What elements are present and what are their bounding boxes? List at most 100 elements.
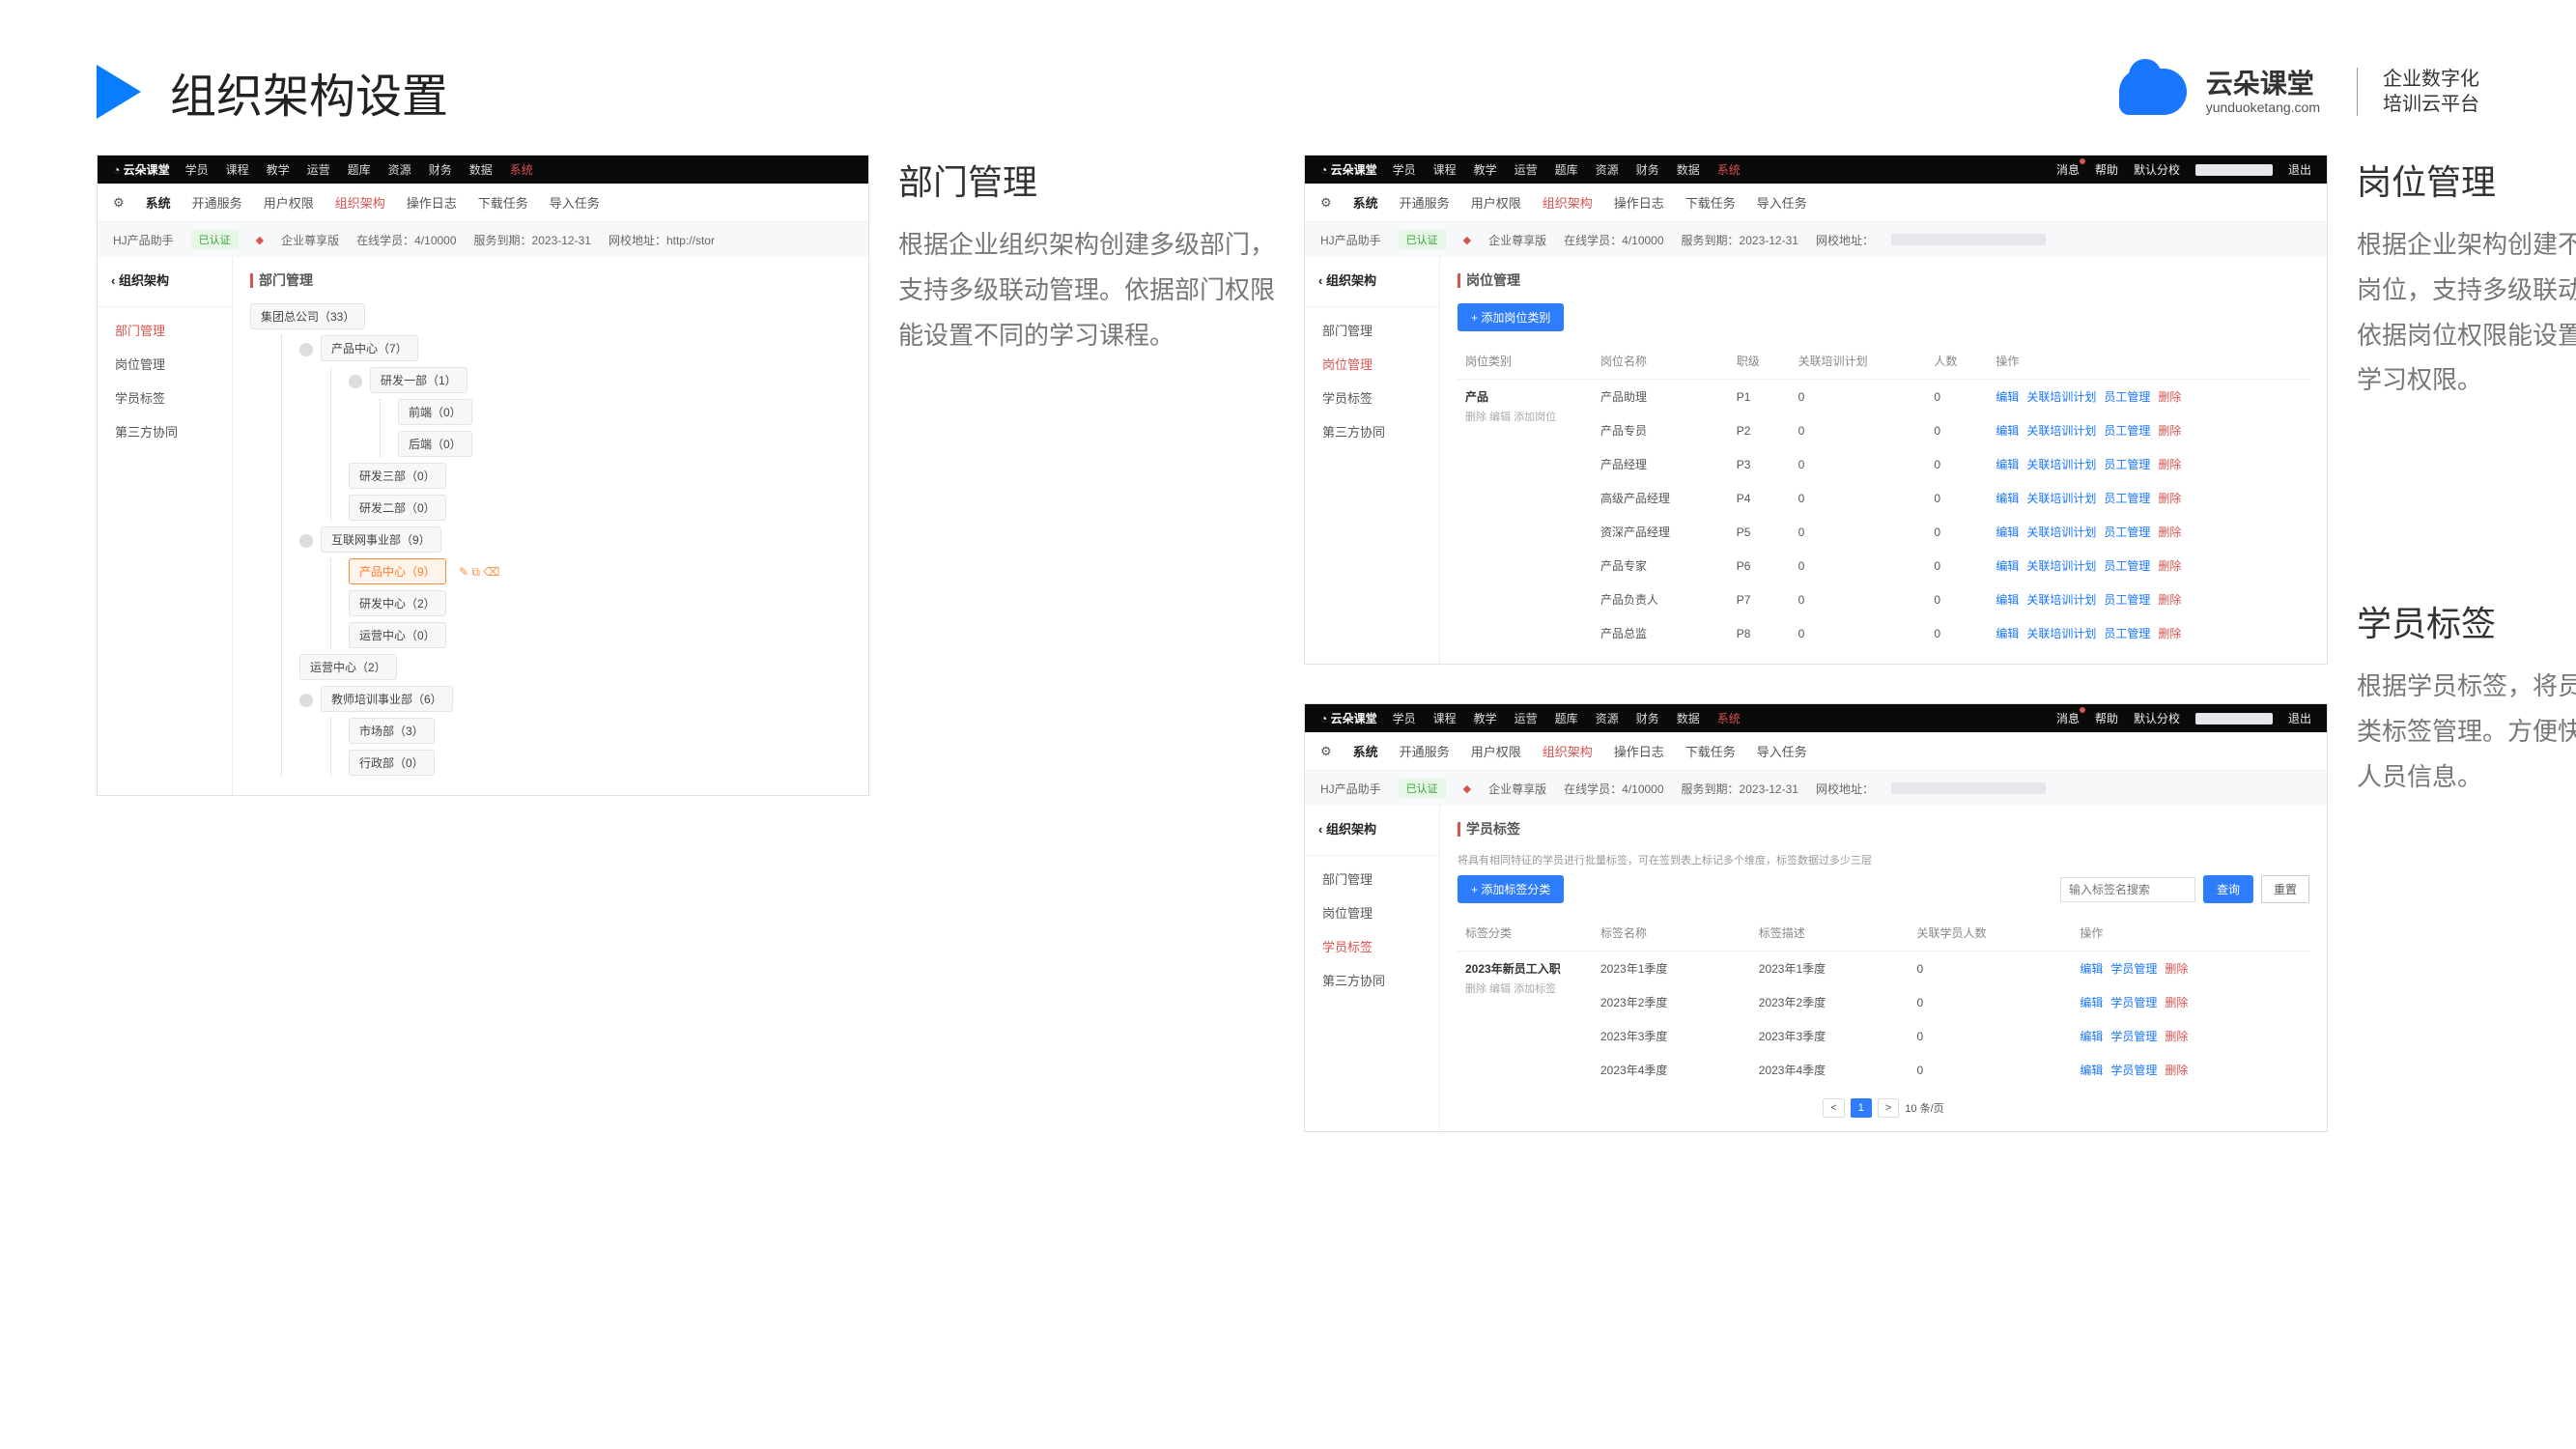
- op-del[interactable]: 删除: [2165, 996, 2188, 1009]
- op-plan[interactable]: 关联培训计划: [2026, 593, 2096, 607]
- sidebar-item-third[interactable]: 第三方协同: [1305, 414, 1439, 448]
- sidebar-item-tag[interactable]: 学员标签: [1305, 929, 1439, 963]
- op-edit[interactable]: 编辑: [1996, 627, 2019, 640]
- op-del[interactable]: 删除: [2165, 962, 2188, 976]
- subnav-item[interactable]: 开通服务: [192, 193, 242, 212]
- tree-node[interactable]: 运营中心（0）: [349, 622, 446, 648]
- op-mgr[interactable]: 学员管理: [2110, 962, 2157, 976]
- branch-link[interactable]: 默认分校: [2134, 710, 2180, 726]
- nav-item[interactable]: 数据: [1677, 161, 1700, 178]
- op-plan[interactable]: 关联培训计划: [2026, 627, 2096, 640]
- nav-item[interactable]: 课程: [1433, 710, 1457, 726]
- msg-link[interactable]: 消息: [2056, 161, 2080, 178]
- subnav-item-active[interactable]: 组织架构: [1543, 742, 1593, 760]
- sidebar-item-role[interactable]: 岗位管理: [1305, 347, 1439, 381]
- op-del[interactable]: 删除: [2165, 1030, 2188, 1043]
- subnav-item[interactable]: 导入任务: [1757, 193, 1807, 212]
- nav-item-active[interactable]: 系统: [510, 161, 533, 178]
- subnav-item[interactable]: 下载任务: [1685, 742, 1736, 760]
- nav-item[interactable]: 资源: [1596, 710, 1619, 726]
- op-edit[interactable]: 编辑: [1996, 424, 2019, 438]
- subnav-item[interactable]: 操作日志: [407, 193, 457, 212]
- op-edit[interactable]: 编辑: [2080, 1030, 2103, 1043]
- subnav-item[interactable]: 用户权限: [264, 193, 314, 212]
- nav-item[interactable]: 财务: [1636, 710, 1659, 726]
- op-mgr[interactable]: 学员管理: [2110, 1030, 2157, 1043]
- op-edit[interactable]: 编辑: [2080, 962, 2103, 976]
- subnav-item[interactable]: 下载任务: [478, 193, 528, 212]
- nav-item-active[interactable]: 系统: [1717, 710, 1741, 726]
- tree-node[interactable]: 产品中心（7）: [321, 335, 418, 361]
- nav-item[interactable]: 学员: [1393, 161, 1416, 178]
- op-del[interactable]: 删除: [2158, 526, 2181, 539]
- tree-node[interactable]: 市场部（3）: [349, 718, 435, 744]
- op-del[interactable]: 删除: [2158, 559, 2181, 573]
- nav-item[interactable]: 题库: [1555, 710, 1578, 726]
- subnav-item[interactable]: 下载任务: [1685, 193, 1736, 212]
- op-emp[interactable]: 员工管理: [2104, 390, 2150, 404]
- sidebar-item-role[interactable]: 岗位管理: [1305, 895, 1439, 929]
- subnav-item[interactable]: 操作日志: [1614, 193, 1664, 212]
- op-edit[interactable]: 编辑: [1996, 390, 2019, 404]
- op-mgr[interactable]: 学员管理: [2110, 1064, 2157, 1077]
- nav-item[interactable]: 运营: [1514, 161, 1538, 178]
- subnav-item[interactable]: 开通服务: [1400, 742, 1450, 760]
- op-emp[interactable]: 员工管理: [2104, 559, 2150, 573]
- add-role-button[interactable]: + 添加岗位类别: [1458, 303, 1564, 331]
- tree-node[interactable]: 集团总公司（33）: [250, 303, 365, 329]
- op-plan[interactable]: 关联培训计划: [2026, 424, 2096, 438]
- subnav-item[interactable]: 导入任务: [550, 193, 600, 212]
- nav-item[interactable]: 资源: [1596, 161, 1619, 178]
- op-del[interactable]: 删除: [2158, 593, 2181, 607]
- msg-link[interactable]: 消息: [2056, 710, 2080, 726]
- pager-prev[interactable]: <: [1823, 1098, 1844, 1118]
- nav-item[interactable]: 教学: [1474, 710, 1497, 726]
- sidebar-item-dept[interactable]: 部门管理: [98, 313, 232, 347]
- crumb[interactable]: 组织架构: [98, 270, 232, 300]
- sidebar-item-tag[interactable]: 学员标签: [1305, 381, 1439, 414]
- op-del[interactable]: 删除: [2158, 458, 2181, 471]
- sidebar-item-role[interactable]: 岗位管理: [98, 347, 232, 381]
- tree-node[interactable]: 运营中心（2）: [299, 654, 397, 680]
- exit-link[interactable]: 退出: [2288, 161, 2311, 178]
- op-plan[interactable]: 关联培训计划: [2026, 390, 2096, 404]
- nav-item[interactable]: 财务: [429, 161, 452, 178]
- op-emp[interactable]: 员工管理: [2104, 627, 2150, 640]
- subnav-item-active[interactable]: 组织架构: [335, 193, 385, 212]
- tree-node[interactable]: 研发中心（2）: [349, 590, 446, 616]
- op-edit[interactable]: 编辑: [1996, 458, 2019, 471]
- exit-link[interactable]: 退出: [2288, 710, 2311, 726]
- nav-item[interactable]: 资源: [388, 161, 411, 178]
- sidebar-item-dept[interactable]: 部门管理: [1305, 862, 1439, 895]
- tree-node[interactable]: 研发三部（0）: [349, 463, 446, 489]
- nav-item[interactable]: 数据: [1677, 710, 1700, 726]
- nav-item[interactable]: 数据: [469, 161, 493, 178]
- op-del[interactable]: 删除: [2158, 627, 2181, 640]
- search-button[interactable]: 查询: [2203, 875, 2253, 903]
- nav-item[interactable]: 题库: [1555, 161, 1578, 178]
- op-del[interactable]: 删除: [2158, 492, 2181, 505]
- tree-node[interactable]: 后端（0）: [398, 431, 472, 457]
- op-mgr[interactable]: 学员管理: [2110, 996, 2157, 1009]
- op-del[interactable]: 删除: [2158, 390, 2181, 404]
- subnav-item[interactable]: 操作日志: [1614, 742, 1664, 760]
- nav-item[interactable]: 运营: [307, 161, 330, 178]
- pager-size[interactable]: 10 条/页: [1905, 1100, 1943, 1116]
- tree-node[interactable]: 教师培训事业部（6）: [321, 686, 453, 712]
- sidebar-item-dept[interactable]: 部门管理: [1305, 313, 1439, 347]
- pager-next[interactable]: >: [1878, 1098, 1899, 1118]
- reset-button[interactable]: 重置: [2261, 875, 2309, 903]
- op-edit[interactable]: 编辑: [1996, 492, 2019, 505]
- op-edit[interactable]: 编辑: [2080, 996, 2103, 1009]
- nav-item[interactable]: 学员: [185, 161, 209, 178]
- op-plan[interactable]: 关联培训计划: [2026, 559, 2096, 573]
- nav-item[interactable]: 教学: [267, 161, 290, 178]
- tree-node-selected[interactable]: 产品中心（9）: [349, 558, 446, 584]
- tree-node[interactable]: 互联网事业部（9）: [321, 526, 441, 553]
- sidebar-item-tag[interactable]: 学员标签: [98, 381, 232, 414]
- op-edit[interactable]: 编辑: [1996, 559, 2019, 573]
- op-edit[interactable]: 编辑: [2080, 1064, 2103, 1077]
- op-emp[interactable]: 员工管理: [2104, 593, 2150, 607]
- op-del[interactable]: 删除: [2165, 1064, 2188, 1077]
- nav-item[interactable]: 财务: [1636, 161, 1659, 178]
